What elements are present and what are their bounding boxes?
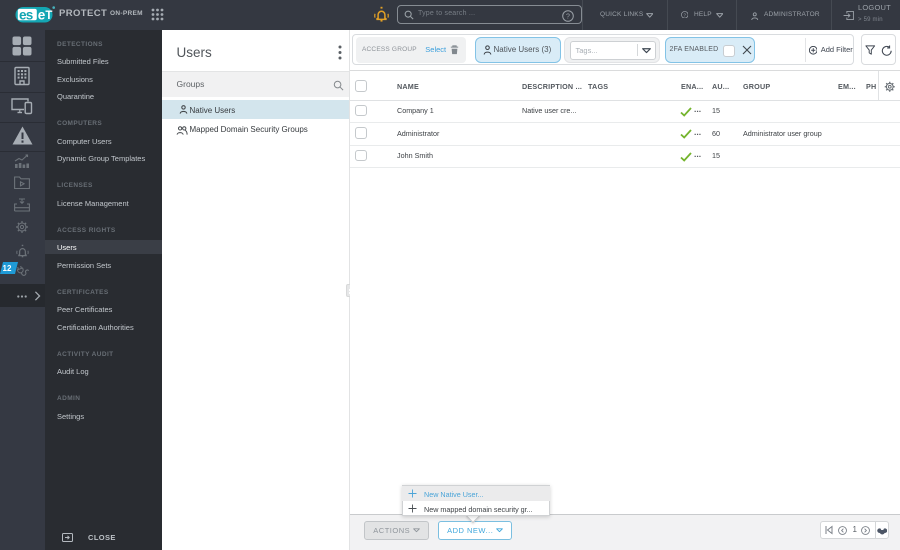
svg-text:?: ? xyxy=(566,14,570,21)
svg-text:T: T xyxy=(45,10,52,22)
svg-text:?: ? xyxy=(683,12,686,17)
svg-text:es: es xyxy=(19,7,33,22)
